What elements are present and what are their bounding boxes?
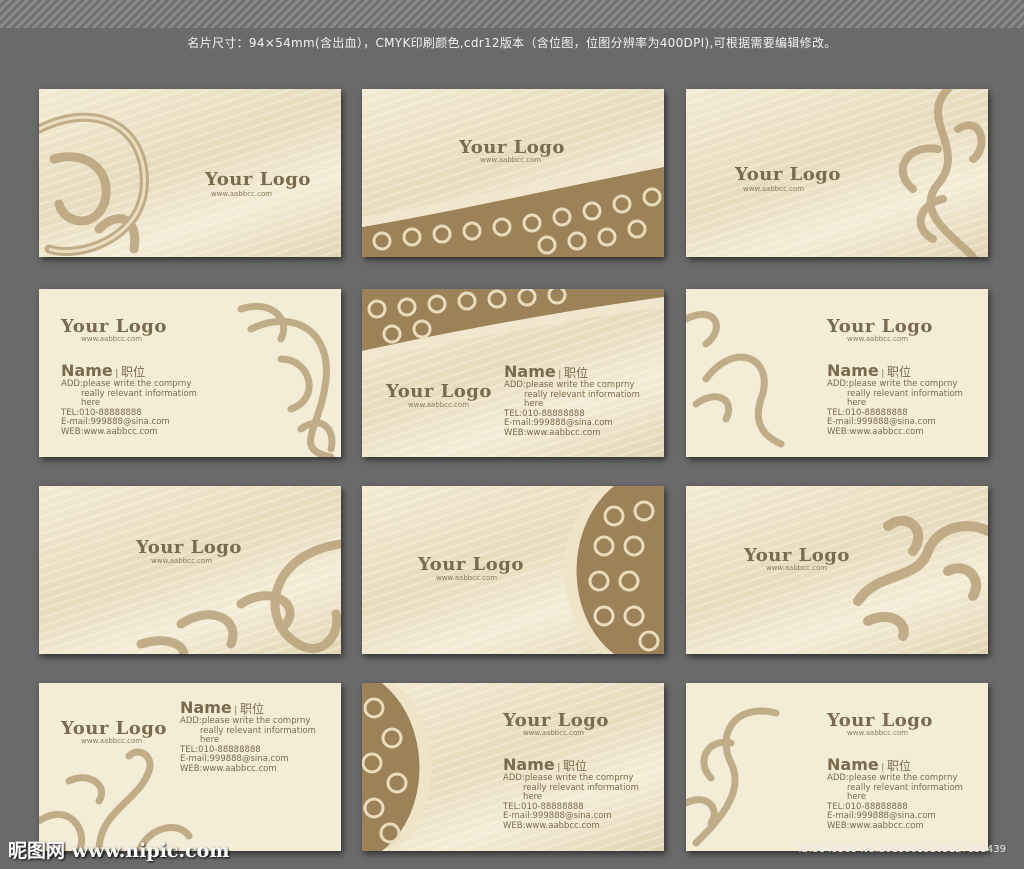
web-line: WEB:www.aabbcc.com bbox=[827, 426, 924, 437]
contact-name: Name bbox=[503, 755, 555, 774]
contact-info: Name | 职位 ADD:please write the comprny r… bbox=[827, 361, 963, 437]
spec-header: 名片尺寸：94×54mm(含出血），CMYK印刷颜色,cdr12版本（含位图，位… bbox=[0, 28, 1024, 58]
contact-title: 职位 bbox=[563, 759, 588, 773]
contact-title: 职位 bbox=[564, 366, 589, 380]
logo-text: Your Logo bbox=[827, 316, 933, 337]
logo-url: www.aabbcc.com bbox=[523, 729, 585, 737]
logo-url: www.aabbcc.com bbox=[480, 156, 542, 164]
web-line: WEB:www.aabbcc.com bbox=[180, 763, 277, 774]
contact-name: Name bbox=[61, 361, 113, 380]
contact-title: 职位 bbox=[887, 365, 912, 379]
logo-url: www.aabbcc.com bbox=[81, 737, 143, 745]
swirl-ornament-icon bbox=[237, 302, 336, 457]
card-5[interactable]: Your Logo www.aabbcc.com Name | 职位 ADD:p… bbox=[362, 289, 664, 457]
logo-text: Your Logo bbox=[205, 169, 311, 190]
logo-text: Your Logo bbox=[827, 710, 933, 731]
image-id-watermark: ID:5849568 NO:20180613105127895439 bbox=[798, 844, 1006, 855]
card-12[interactable]: Your Logo www.aabbcc.com Name | 职位 ADD:p… bbox=[686, 683, 988, 851]
logo-url: www.aabbcc.com bbox=[436, 574, 498, 582]
logo-text: Your Logo bbox=[136, 537, 242, 558]
contact-name: Name bbox=[180, 698, 232, 717]
contact-name: Name bbox=[827, 755, 879, 774]
logo-url: www.aabbcc.com bbox=[766, 564, 828, 572]
decorative-top-band bbox=[0, 0, 1024, 28]
swirl-ornament-icon bbox=[39, 112, 149, 256]
web-line: WEB:www.aabbcc.com bbox=[61, 426, 158, 437]
logo-url: www.aabbcc.com bbox=[151, 557, 213, 565]
contact-info: Name | 职位 ADD:please write the comprny r… bbox=[180, 698, 316, 774]
logo-url: www.aabbcc.com bbox=[81, 335, 143, 343]
contact-name: Name bbox=[504, 362, 556, 381]
contact-info: Name | 职位 ADD:please write the comprny r… bbox=[504, 362, 640, 438]
logo-text: Your Logo bbox=[418, 554, 524, 575]
contact-title: 职位 bbox=[121, 365, 146, 379]
site-watermark: 昵图网 www.nipic.com bbox=[8, 840, 230, 862]
card-4[interactable]: Your Logo www.aabbcc.com Name | 职位 ADD:p… bbox=[39, 289, 341, 457]
swirl-ornament-icon bbox=[39, 748, 193, 851]
contact-info: Name | 职位 ADD:please write the comprny r… bbox=[503, 755, 639, 831]
logo-text: Your Logo bbox=[735, 164, 841, 185]
scroll-ornament-icon bbox=[686, 310, 785, 448]
web-line: WEB:www.aabbcc.com bbox=[503, 820, 600, 831]
contact-info: Name | 职位 ADD:please write the comprny r… bbox=[61, 361, 197, 437]
logo-url: www.aabbcc.com bbox=[408, 401, 470, 409]
card-3[interactable]: Your Logo www.aabbcc.com bbox=[686, 89, 988, 257]
scroll-ornament-icon bbox=[686, 707, 780, 847]
card-8[interactable]: Your Logo www.aabbcc.com bbox=[362, 486, 664, 654]
logo-url: www.aabbcc.com bbox=[211, 190, 273, 198]
card-10[interactable]: Your Logo www.aabbcc.com Name | 职位 ADD:p… bbox=[39, 683, 341, 851]
contact-title: 职位 bbox=[240, 702, 265, 716]
logo-text: Your Logo bbox=[386, 381, 492, 402]
card-2[interactable]: Your Logo www.aabbcc.com bbox=[362, 89, 664, 257]
card-6[interactable]: Your Logo www.aabbcc.com Name | 职位 ADD:p… bbox=[686, 289, 988, 457]
wave-band-ornament-icon bbox=[362, 289, 664, 361]
web-line: WEB:www.aabbcc.com bbox=[827, 820, 924, 831]
card-9[interactable]: Your Logo www.aabbcc.com bbox=[686, 486, 988, 654]
card-7[interactable]: Your Logo www.aabbcc.com bbox=[39, 486, 341, 654]
leaf-ornament-icon bbox=[898, 89, 986, 257]
circle-lattice-ornament-icon bbox=[564, 486, 664, 654]
card-11[interactable]: Your Logo www.aabbcc.com Name | 职位 ADD:p… bbox=[362, 683, 664, 851]
logo-text: Your Logo bbox=[744, 545, 850, 566]
contact-info: Name | 职位 ADD:please write the comprny r… bbox=[827, 755, 963, 831]
logo-url: www.aabbcc.com bbox=[847, 729, 909, 737]
contact-name: Name bbox=[827, 361, 879, 380]
logo-url: www.aabbcc.com bbox=[847, 335, 909, 343]
wave-band-ornament-icon bbox=[362, 157, 664, 257]
card-1[interactable]: Your Logo www.aabbcc.com bbox=[39, 89, 341, 257]
logo-text: Your Logo bbox=[503, 710, 609, 731]
logo-url: www.aabbcc.com bbox=[743, 185, 805, 193]
logo-text: Your Logo bbox=[459, 137, 565, 158]
contact-title: 职位 bbox=[887, 759, 912, 773]
web-line: WEB:www.aabbcc.com bbox=[504, 427, 601, 438]
circle-lattice-ornament-icon bbox=[362, 683, 432, 851]
leaf-ornament-icon bbox=[853, 515, 988, 641]
logo-text: Your Logo bbox=[61, 718, 167, 739]
logo-text: Your Logo bbox=[61, 316, 167, 337]
